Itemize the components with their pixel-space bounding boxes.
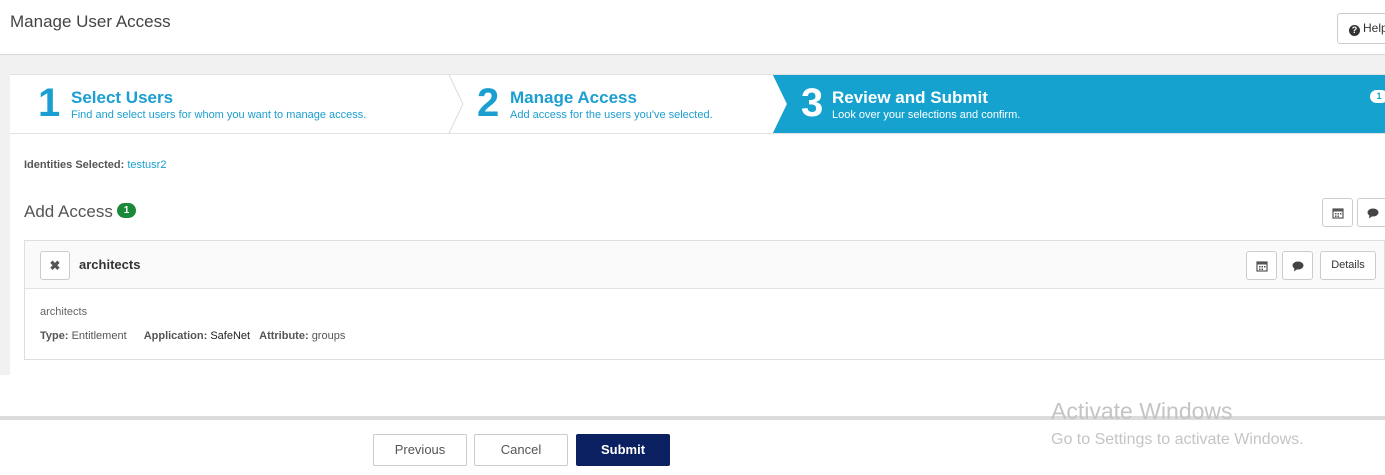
- identities-label: Identities Selected:: [24, 159, 125, 171]
- activate-windows-subtitle: Go to Settings to activate Windows.: [1051, 431, 1304, 448]
- application-label: Application:: [143, 330, 208, 342]
- activate-windows-title: Activate Windows: [1051, 398, 1233, 424]
- comment-all-button[interactable]: [1357, 198, 1385, 227]
- identities-selected: Identities Selected: testusr2: [24, 159, 166, 171]
- calendar-icon: [1332, 208, 1344, 219]
- comment-icon: [1292, 261, 1304, 272]
- step-description: Add access for the users you've selected…: [510, 109, 713, 121]
- attribute-value: groups: [311, 330, 346, 342]
- access-item-description: architects: [40, 306, 88, 318]
- page-title: Manage User Access: [10, 12, 171, 31]
- help-label: Help: [1363, 21, 1385, 35]
- calendar-icon: [1256, 261, 1268, 272]
- previous-button[interactable]: Previous: [373, 434, 467, 466]
- comment-button[interactable]: [1282, 251, 1313, 280]
- top-bar: Manage User Access ? Help: [0, 0, 1385, 55]
- wizard-step-manage-access[interactable]: 2 Manage Access Add access for the users…: [465, 75, 765, 133]
- step-number: 2: [477, 81, 500, 125]
- step-title: Select Users: [71, 88, 174, 107]
- submit-button[interactable]: Submit: [576, 434, 670, 466]
- attribute-label: Attribute:: [259, 330, 309, 342]
- step-title: Review and Submit: [832, 88, 988, 107]
- type-label: Type:: [40, 330, 69, 342]
- step-divider-2: [763, 75, 787, 133]
- access-item-title: architects: [79, 257, 141, 272]
- remove-access-button[interactable]: ✖: [40, 251, 70, 280]
- wizard-step-review-submit[interactable]: 3 Review and Submit Look over your selec…: [787, 75, 1385, 133]
- step-title: Manage Access: [510, 88, 637, 107]
- step-number: 3: [801, 81, 824, 125]
- access-item-header: ✖ architects Details: [25, 241, 1384, 289]
- wizard-steps: 1 Select Users Find and select users for…: [10, 74, 1385, 134]
- access-item-attributes: Type: Entitlement Application: SafeNet A…: [40, 330, 345, 342]
- application-value: SafeNet: [210, 330, 251, 342]
- remove-icon: ✖: [49, 258, 61, 273]
- wizard-step-select-users[interactable]: 1 Select Users Find and select users for…: [10, 75, 450, 133]
- help-icon: ?: [1349, 25, 1360, 36]
- add-access-heading: Add Access: [24, 202, 113, 221]
- step-description: Find and select users for whom you want …: [71, 109, 367, 121]
- details-button[interactable]: Details: [1320, 251, 1376, 280]
- step-description: Look over your selections and confirm.: [832, 109, 1021, 121]
- help-button[interactable]: ? Help: [1337, 13, 1385, 44]
- cancel-button[interactable]: Cancel: [474, 434, 568, 466]
- step-divider-1: [448, 75, 464, 133]
- step-number: 1: [38, 81, 61, 125]
- comment-icon: [1367, 208, 1379, 219]
- type-value: Entitlement: [71, 330, 127, 342]
- add-access-count-badge: 1: [117, 203, 136, 218]
- access-item-card: ✖ architects Details architects Type: En…: [24, 240, 1385, 360]
- step-count-badge: 1: [1370, 90, 1385, 103]
- sunrise-sunset-button[interactable]: [1246, 251, 1277, 280]
- identity-link[interactable]: testusr2: [127, 159, 166, 171]
- sunrise-sunset-all-button[interactable]: [1322, 198, 1353, 227]
